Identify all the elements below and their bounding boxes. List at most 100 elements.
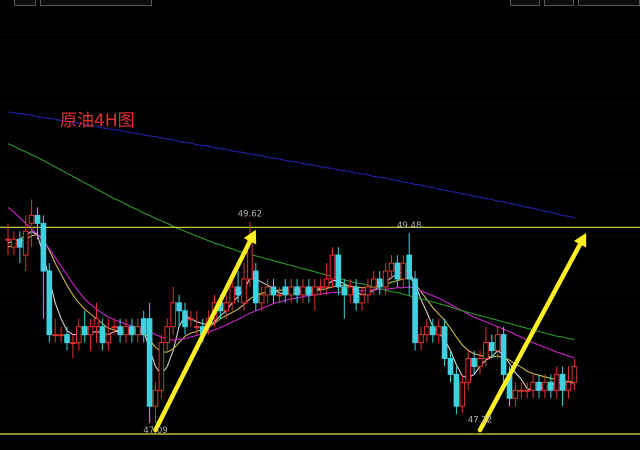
candle-up <box>5 238 11 241</box>
candle-down <box>235 286 241 296</box>
candle-down <box>99 326 106 344</box>
candle-up <box>347 286 353 296</box>
candle-up <box>388 262 395 272</box>
candle-up <box>477 357 483 367</box>
candle-up <box>229 286 235 304</box>
candle-up <box>329 254 336 280</box>
candle-down <box>489 342 495 352</box>
candle-down <box>46 270 53 336</box>
candle-down <box>406 254 412 280</box>
candle-up <box>123 326 129 336</box>
candle-down <box>500 334 507 375</box>
candle-down <box>140 318 147 336</box>
candle-up <box>58 334 64 337</box>
candle-down <box>394 262 401 280</box>
moving-average-line <box>7 230 575 391</box>
candle-up <box>111 326 118 329</box>
candle-down <box>64 334 70 344</box>
trend-arrows <box>153 229 587 433</box>
candle-up <box>28 214 35 224</box>
candle-up <box>241 278 247 304</box>
candle-up <box>571 365 578 383</box>
price-label: 49.48 <box>397 221 421 231</box>
candle-down <box>441 326 448 359</box>
candle-up <box>70 342 76 345</box>
candle-up <box>158 342 165 391</box>
moving-average-line <box>7 143 575 340</box>
candle-up <box>164 326 171 344</box>
moving-average-line <box>7 233 575 383</box>
candle-up <box>424 326 430 336</box>
candle-up <box>170 302 176 328</box>
candle-up <box>365 286 371 296</box>
candle-up <box>323 278 330 288</box>
candle-up <box>400 262 407 280</box>
candle-up <box>105 334 112 344</box>
candle-up <box>93 318 100 328</box>
candle-up <box>135 326 141 336</box>
candle-down <box>430 326 436 336</box>
candle-up <box>52 334 59 337</box>
price-annotations: 49.62 49.48 47.09 47.22 <box>143 210 492 436</box>
candle-down <box>17 238 23 248</box>
candle-up <box>288 286 294 296</box>
candle-down <box>270 286 277 296</box>
candle-up <box>194 326 200 329</box>
chart-title: 原油4H图 <box>60 111 135 131</box>
candle-up <box>465 357 471 383</box>
candle-up <box>312 286 318 296</box>
candle-down <box>129 326 135 336</box>
candlestick-chart[interactable]: 49.62 49.48 47.09 47.22 原油4H图 <box>0 0 640 450</box>
candle-up <box>565 381 572 391</box>
candle-down <box>471 357 477 367</box>
candle-up <box>22 230 29 256</box>
candle-down <box>335 254 342 288</box>
price-label: 47.22 <box>468 416 492 426</box>
candle-up <box>418 334 424 344</box>
candle-down <box>253 270 259 304</box>
candle-down <box>412 278 418 344</box>
candle-up <box>382 270 389 288</box>
candle-down <box>176 302 182 312</box>
candles <box>5 199 578 423</box>
candle-down <box>536 381 542 391</box>
candle-up <box>11 238 17 248</box>
price-label: 47.09 <box>143 426 167 436</box>
candle-up <box>553 373 560 391</box>
candle-up <box>223 302 230 312</box>
candle-down <box>34 214 41 224</box>
candle-up <box>518 389 525 392</box>
candle-up <box>494 334 501 352</box>
candle-up <box>76 326 82 344</box>
candle-down <box>117 326 123 336</box>
price-label: 49.62 <box>238 210 262 220</box>
candle-up <box>188 318 194 321</box>
candle-up <box>524 389 531 392</box>
candle-up <box>152 389 159 407</box>
candle-up <box>542 381 548 391</box>
candle-down <box>182 310 188 328</box>
candle-down <box>306 286 312 296</box>
candle-down <box>341 286 348 296</box>
candle-up <box>276 294 283 297</box>
candle-down <box>353 286 359 304</box>
candle-up <box>483 342 489 359</box>
candle-up <box>359 294 365 304</box>
candle-down <box>282 286 289 296</box>
candle-down <box>559 373 566 391</box>
candle-up <box>512 389 519 399</box>
candle-up <box>459 381 466 407</box>
candle-down <box>548 381 554 391</box>
candle-down <box>453 373 460 407</box>
chart-window: 49.62 49.48 47.09 47.22 原油4H图 <box>0 0 640 450</box>
candle-down <box>81 326 88 336</box>
candle-up <box>435 326 442 336</box>
candle-down <box>376 278 383 288</box>
candle-down <box>40 222 47 272</box>
candle-down <box>447 357 454 375</box>
candle-up <box>258 294 265 304</box>
candle-down <box>146 318 153 407</box>
candle-up <box>530 381 536 391</box>
candle-up <box>87 326 94 336</box>
candle-up <box>264 286 271 296</box>
